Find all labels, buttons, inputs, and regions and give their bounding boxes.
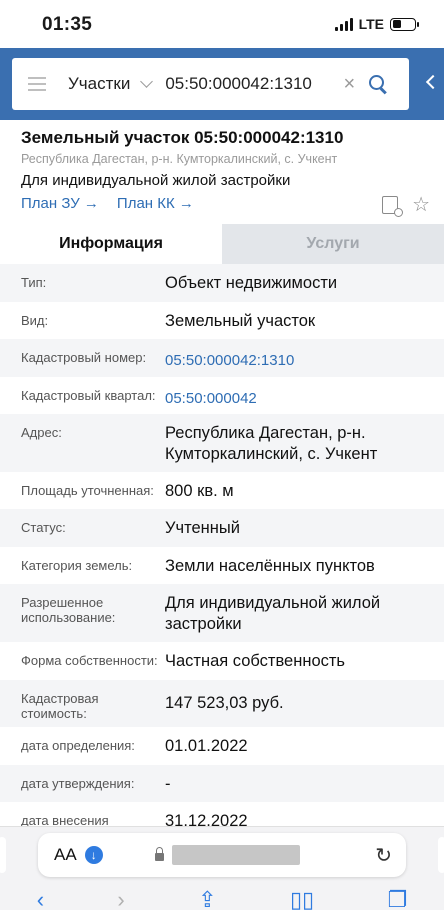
browser-nav: ‹ › ⇪ ▯▯ ❐ [0, 887, 444, 913]
row-label: дата определения: [21, 738, 135, 753]
table-row: Тип: Объект недвижимости [0, 264, 444, 302]
table-row: Разрешенное использование: Для индивидуа… [0, 584, 444, 642]
row-label: Вид: [21, 313, 49, 328]
next-tab-edge[interactable] [438, 837, 444, 873]
object-address: Республика Дагестан, р-н. Кумторкалински… [21, 152, 338, 166]
status-indicators: LTE [334, 16, 419, 32]
network-label: LTE [358, 16, 384, 32]
info-table: Тип: Объект недвижимости Вид: Земельный … [0, 264, 444, 840]
plan-zu-label: План ЗУ [21, 195, 80, 212]
object-header: Земельный участок 05:50:000042:1310 Респ… [0, 120, 444, 224]
row-value: Земли населённых пунктов [165, 557, 375, 575]
book-icon[interactable]: ▯▯ [290, 887, 314, 913]
reload-icon[interactable]: ↻ [375, 843, 392, 868]
plan-kk-link[interactable]: План КК → [117, 195, 194, 212]
row-label: Разрешенное использование: [21, 595, 116, 625]
star-icon[interactable]: ☆ [412, 195, 430, 215]
row-label: Форма собственности: [21, 653, 158, 668]
object-purpose: Для индивидуальной жилой застройки [21, 172, 291, 189]
page-title: Земельный участок 05:50:000042:1310 [21, 128, 344, 147]
search-icon[interactable] [367, 73, 389, 95]
row-label: Тип: [21, 275, 47, 290]
close-icon[interactable]: × [339, 73, 359, 96]
search-box: Участки × [12, 58, 409, 110]
row-label: Площадь уточненная: [21, 483, 154, 498]
chevron-left-icon[interactable]: ‹ [37, 887, 44, 913]
table-row: Кадастровая стоимость: 147 523,03 руб. [0, 680, 444, 727]
row-value: Объект недвижимости [165, 274, 338, 292]
cadastral-number-link[interactable]: 05:50:000042:1310 [165, 339, 434, 377]
url-text-redacted[interactable] [171, 845, 300, 865]
signal-icon [334, 17, 353, 31]
row-label: Статус: [21, 520, 66, 535]
table-row: Кадастровый квартал: 05:50:000042 [0, 377, 444, 414]
row-value: Частная собственность [165, 652, 346, 670]
search-header: Участки × [0, 48, 444, 120]
row-label: Адрес: [21, 425, 62, 440]
table-row: Категория земель: Земли населённых пункт… [0, 547, 444, 584]
row-label: Кадастровая стоимость: [21, 691, 99, 721]
search-input[interactable] [165, 74, 336, 94]
tabs-icon[interactable]: ❐ [388, 887, 408, 913]
table-row: Адрес: Республика Дагестан, р-н. Кумторк… [0, 414, 444, 472]
browser-toolbar: AA ↓ ↻ ‹ › ⇪ ▯▯ ❐ [0, 826, 444, 913]
row-value: Земельный участок [165, 312, 316, 330]
status-bar: 01:35 LTE [0, 0, 444, 48]
collapse-chevron-icon[interactable] [425, 74, 441, 90]
table-row: Вид: Земельный участок [0, 302, 444, 339]
table-row: Площадь уточненная: 800 кв. м [0, 472, 444, 509]
arrow-right-icon: → [178, 195, 194, 212]
chevron-right-icon[interactable]: › [117, 887, 124, 913]
download-icon[interactable]: ↓ [84, 846, 103, 864]
row-label: Кадастровый номер: [21, 350, 147, 365]
row-label: Категория земель: [21, 558, 133, 573]
arrow-right-icon: → [83, 195, 99, 212]
row-value: - [165, 775, 171, 793]
cadastral-quarter-link[interactable]: 05:50:000042 [165, 377, 434, 414]
object-type-select[interactable]: Участки [68, 74, 130, 94]
table-row: Форма собственности: Частная собственнос… [0, 642, 444, 680]
battery-icon [390, 17, 419, 31]
table-row: Статус: Учтенный [0, 509, 444, 547]
plan-kk-label: План КК [116, 195, 175, 212]
row-value: Учтенный [165, 519, 240, 537]
plan-zu-link[interactable]: План ЗУ → [21, 195, 99, 212]
previous-tab-edge[interactable] [0, 837, 6, 873]
row-label: Кадастровый квартал: [21, 388, 156, 403]
table-row: дата утверждения: - [0, 765, 444, 802]
row-value: 800 кв. м [165, 482, 234, 500]
menu-icon[interactable] [28, 77, 46, 91]
tab-info[interactable]: Информация [0, 224, 222, 264]
tabs: Информация Услуги [0, 224, 444, 264]
address-bar[interactable]: AA ↓ ↻ [38, 833, 406, 877]
row-value: 01.01.2022 [165, 737, 248, 755]
table-row: Кадастровый номер: 05:50:000042:1310 [0, 339, 444, 377]
plan-links: План ЗУ → План КК → [21, 195, 444, 212]
tab-services[interactable]: Услуги [222, 224, 444, 264]
row-value: Республика Дагестан, р-н. Кумторкалински… [165, 424, 378, 463]
share-icon[interactable]: ⇪ [198, 887, 216, 913]
row-value: 147 523,03 руб. [165, 694, 284, 712]
lock-icon [154, 847, 164, 861]
status-time: 01:35 [42, 14, 93, 35]
row-label: дата утверждения: [21, 776, 135, 791]
row-value: Для индивидуальной жилой застройки [165, 594, 381, 633]
chevron-down-icon[interactable] [140, 75, 154, 88]
document-search-icon[interactable] [382, 196, 404, 217]
reader-settings-button[interactable]: AA [54, 845, 77, 865]
table-row: дата определения: 01.01.2022 [0, 727, 444, 765]
action-icons: ☆ [382, 195, 430, 217]
